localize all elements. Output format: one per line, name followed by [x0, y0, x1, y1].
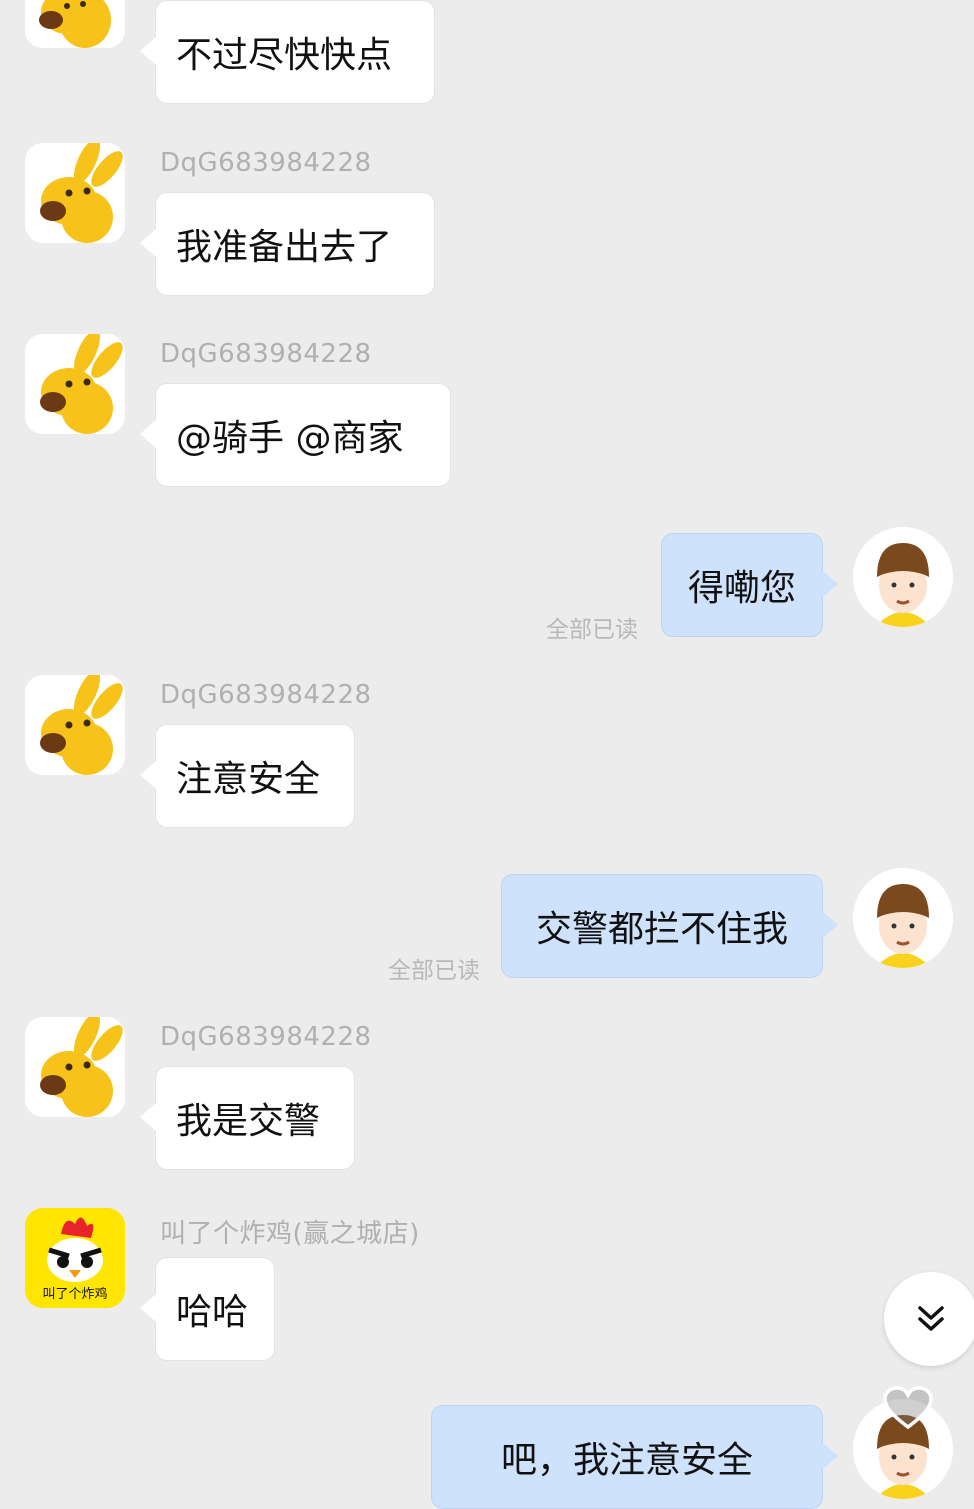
- read-status: 全部已读: [546, 617, 638, 643]
- message-text: 吧，我注意安全: [500, 1440, 753, 1481]
- chicken-avatar[interactable]: 叫了个炸鸡: [25, 1208, 125, 1308]
- double-chevron-down-icon: [918, 1306, 944, 1331]
- message-bubble[interactable]: 注意安全: [140, 724, 355, 828]
- sender-name: DqG683984228: [160, 680, 372, 710]
- message-text: 我准备出去了: [176, 227, 393, 268]
- message-text: 注意安全: [176, 759, 321, 800]
- message-bubble[interactable]: 得嘞您: [661, 533, 838, 637]
- message-bubble[interactable]: 交警都拦不住我: [501, 874, 838, 978]
- message-text: 交警都拦不住我: [535, 909, 788, 950]
- message-bubble[interactable]: 我是交警: [140, 1066, 355, 1170]
- message-bubble[interactable]: 我准备出去了: [140, 192, 435, 296]
- sender-name: DqG683984228: [160, 339, 372, 369]
- rider-avatar[interactable]: [853, 527, 953, 627]
- scroll-to-bottom-button[interactable]: [884, 1272, 974, 1366]
- message-bubble[interactable]: 不过尽快快点: [140, 0, 435, 104]
- message-bubble[interactable]: @骑手 @商家: [140, 383, 451, 487]
- kangaroo-avatar[interactable]: [25, 0, 125, 48]
- kangaroo-avatar[interactable]: [25, 143, 125, 243]
- message-bubble[interactable]: 吧，我注意安全: [431, 1405, 838, 1509]
- kangaroo-avatar[interactable]: [25, 1017, 125, 1117]
- kangaroo-avatar[interactable]: [25, 675, 125, 775]
- message-text: 哈哈: [176, 1292, 249, 1333]
- message-text: 我是交警: [176, 1101, 321, 1142]
- heart-icon: [883, 1386, 933, 1430]
- message-text: 得嘞您: [687, 568, 796, 609]
- like-button[interactable]: [882, 1385, 934, 1431]
- sender-name: 叫了个炸鸡(赢之城店): [160, 1219, 420, 1249]
- kangaroo-avatar[interactable]: [25, 334, 125, 434]
- sender-name: DqG683984228: [160, 1022, 372, 1052]
- message-bubble[interactable]: 哈哈: [140, 1257, 275, 1361]
- chicken-logo-text: 叫了个炸鸡: [42, 1286, 107, 1302]
- message-text: @骑手 @商家: [176, 418, 404, 459]
- read-status: 全部已读: [388, 958, 480, 984]
- rider-avatar[interactable]: [853, 868, 953, 968]
- message-text: 不过尽快快点: [176, 35, 393, 76]
- sender-name: DqG683984228: [160, 148, 372, 178]
